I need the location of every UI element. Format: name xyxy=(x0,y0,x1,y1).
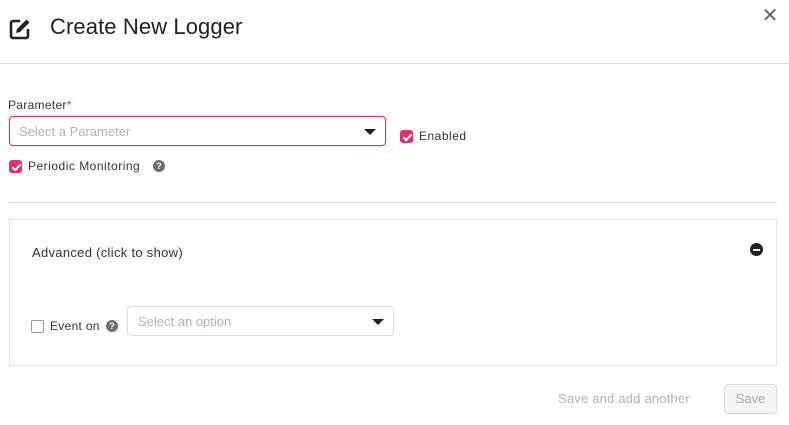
close-icon[interactable]: ✕ xyxy=(760,6,780,26)
save-button[interactable]: Save xyxy=(724,384,777,414)
advanced-panel: Advanced (click to show) Event on ? Sele… xyxy=(9,219,777,366)
enabled-checkbox[interactable] xyxy=(400,130,413,143)
required-marker: * xyxy=(66,98,72,112)
dialog-header: Create New Logger ✕ xyxy=(0,0,789,64)
help-icon[interactable]: ? xyxy=(106,320,118,332)
parameter-select[interactable]: Select a Parameter xyxy=(9,116,386,146)
help-icon[interactable]: ? xyxy=(153,160,165,172)
dialog-title: Create New Logger xyxy=(50,14,243,39)
event-select-placeholder: Select an option xyxy=(138,314,232,329)
parameter-select-placeholder: Select a Parameter xyxy=(19,124,131,139)
caret-down-icon xyxy=(364,129,376,135)
parameter-label: Parameter* xyxy=(8,98,72,112)
periodic-monitoring-label: Periodic Monitoring xyxy=(28,159,141,173)
advanced-toggle[interactable]: Advanced (click to show) xyxy=(32,245,183,260)
save-and-add-another-button[interactable]: Save and add another xyxy=(558,391,690,406)
caret-down-icon xyxy=(372,319,384,325)
section-divider xyxy=(9,202,777,203)
event-on-label: Event on xyxy=(50,319,100,333)
collapse-icon[interactable] xyxy=(750,243,763,256)
event-on-select[interactable]: Select an option xyxy=(127,306,394,336)
event-on-checkbox[interactable] xyxy=(31,320,44,333)
periodic-monitoring-checkbox[interactable] xyxy=(9,160,22,173)
edit-icon xyxy=(9,19,30,40)
enabled-label: Enabled xyxy=(419,129,467,143)
parameter-label-text: Parameter xyxy=(8,98,67,112)
